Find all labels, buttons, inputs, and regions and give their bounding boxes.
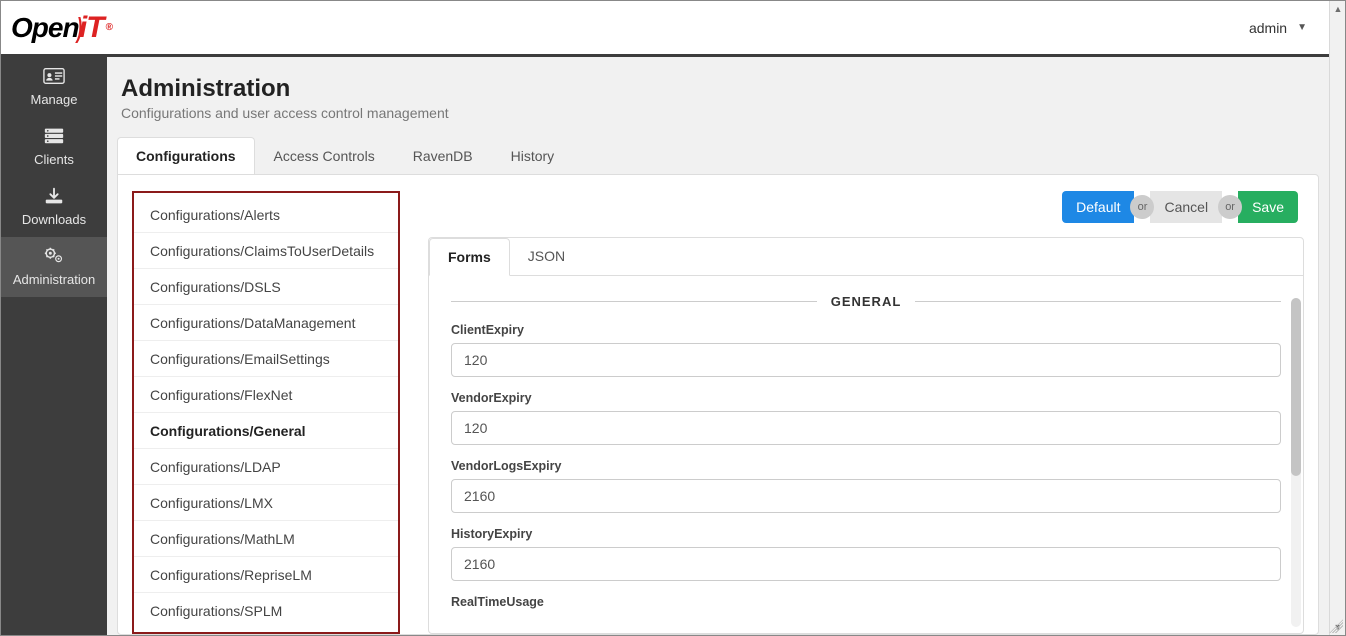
scrollbar-thumb[interactable] [1291, 298, 1301, 476]
config-item-flexnet[interactable]: Configurations/FlexNet [134, 377, 398, 413]
user-menu[interactable]: admin ▼ [1241, 16, 1315, 40]
sidebar-item-label: Downloads [22, 212, 86, 227]
tab-history[interactable]: History [492, 137, 574, 174]
field-label-vendorexpiry: VendorExpiry [451, 391, 1281, 405]
main-content: Administration Configurations and user a… [107, 57, 1329, 635]
inner-tab-json[interactable]: JSON [510, 238, 583, 275]
inner-tabs: Forms JSON [429, 238, 1303, 276]
form-area: GENERAL ClientExpiry VendorExpiry [429, 276, 1303, 633]
right-pane: Default or Cancel or Save Forms JSON [428, 191, 1304, 634]
section-label: GENERAL [817, 294, 916, 309]
action-buttons: Default or Cancel or Save [428, 191, 1304, 223]
caret-down-icon: ▼ [1297, 22, 1307, 33]
field-input-vendorexpiry[interactable] [451, 411, 1281, 445]
config-item-dsls[interactable]: Configurations/DSLS [134, 269, 398, 305]
inner-scrollbar[interactable] [1291, 298, 1301, 627]
logo-arc-icon: ) [76, 12, 81, 44]
sidebar-item-downloads[interactable]: Downloads [1, 177, 107, 237]
config-item-alerts[interactable]: Configurations/Alerts [134, 197, 398, 233]
default-button[interactable]: Default [1062, 191, 1134, 223]
sidebar-item-clients[interactable]: Clients [1, 117, 107, 177]
page-title: Administration [121, 75, 1315, 103]
field-label-vendorlogsexpiry: VendorLogsExpiry [451, 459, 1281, 473]
tab-access-controls[interactable]: Access Controls [255, 137, 394, 174]
sidebar-item-administration[interactable]: Administration [1, 237, 107, 297]
config-item-claimstouserdetails[interactable]: Configurations/ClaimsToUserDetails [134, 233, 398, 269]
sidebar: Manage Clients Downloads Administration [1, 57, 107, 635]
config-item-general[interactable]: Configurations/General [134, 413, 398, 449]
config-item-datamanagement[interactable]: Configurations/DataManagement [134, 305, 398, 341]
cancel-button[interactable]: Cancel [1150, 191, 1222, 223]
page-subtitle: Configurations and user access control m… [121, 105, 1315, 121]
download-icon [43, 187, 65, 208]
logo-registered-icon: ® [106, 22, 112, 33]
field-input-historyexpiry[interactable] [451, 547, 1281, 581]
save-button[interactable]: Save [1238, 191, 1298, 223]
logo: Open)iT® [1, 11, 112, 45]
inner-tab-forms[interactable]: Forms [429, 238, 510, 276]
editor-card: Forms JSON GENERAL ClientExpiry [428, 237, 1304, 634]
top-bar: Open)iT® admin ▼ [1, 1, 1345, 57]
logo-text-open: Open [11, 12, 79, 44]
field-label-clientexpiry: ClientExpiry [451, 323, 1281, 337]
user-label: admin [1249, 20, 1287, 36]
sidebar-item-label: Manage [31, 92, 78, 107]
gears-icon [43, 247, 65, 268]
resize-handle-icon[interactable] [1329, 619, 1343, 633]
config-item-emailsettings[interactable]: Configurations/EmailSettings [134, 341, 398, 377]
scroll-up-icon[interactable]: ▲ [1330, 1, 1346, 17]
sidebar-item-manage[interactable]: Manage [1, 57, 107, 117]
window-scrollbar[interactable]: ▲ ▼ [1329, 1, 1345, 635]
sidebar-item-label: Clients [34, 152, 74, 167]
field-label-historyexpiry: HistoryExpiry [451, 527, 1281, 541]
main-tabs: Configurations Access Controls RavenDB H… [117, 137, 1319, 174]
section-divider: GENERAL [451, 294, 1281, 309]
tab-ravendb[interactable]: RavenDB [394, 137, 492, 174]
field-label-realtimeusage: RealTimeUsage [451, 595, 1281, 609]
config-item-ldap[interactable]: Configurations/LDAP [134, 449, 398, 485]
tab-configurations[interactable]: Configurations [117, 137, 255, 174]
server-icon [43, 127, 65, 148]
field-input-vendorlogsexpiry[interactable] [451, 479, 1281, 513]
id-card-icon [43, 67, 65, 88]
config-item-mathlm[interactable]: Configurations/MathLM [134, 521, 398, 557]
logo-text-it: iT [79, 11, 104, 45]
or-divider: or [1218, 195, 1242, 219]
config-item-repriselm[interactable]: Configurations/RepriseLM [134, 557, 398, 593]
config-item-splm[interactable]: Configurations/SPLM [134, 593, 398, 628]
sidebar-item-label: Administration [13, 272, 95, 287]
config-item-lmx[interactable]: Configurations/LMX [134, 485, 398, 521]
config-list: Configurations/Alerts Configurations/Cla… [132, 191, 400, 634]
field-input-clientexpiry[interactable] [451, 343, 1281, 377]
